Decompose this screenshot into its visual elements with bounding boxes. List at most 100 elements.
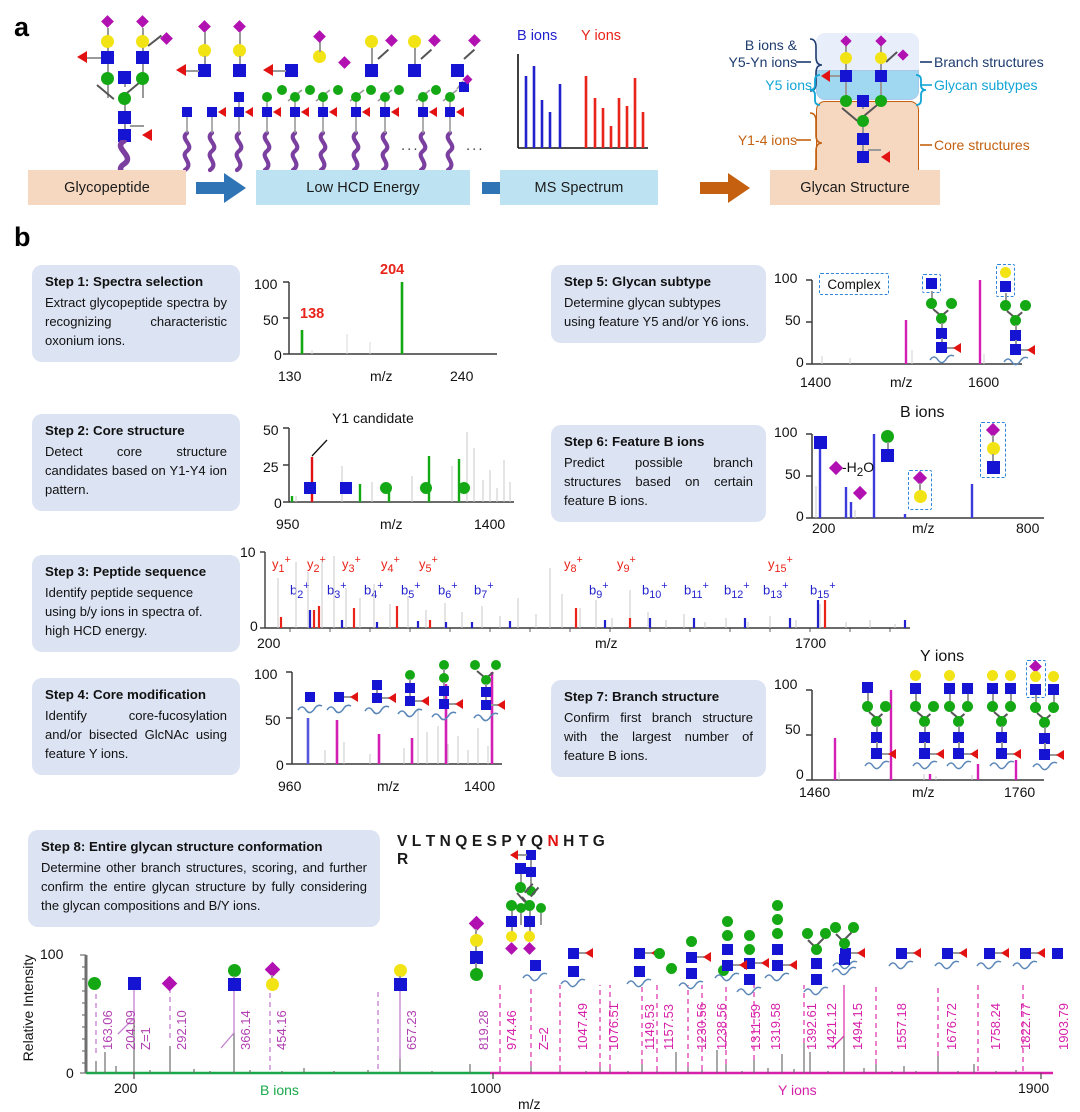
glcnac-square	[101, 51, 114, 64]
neuac-diamond	[313, 30, 326, 43]
main-spectrum-ylabel: Relative Intensity	[20, 954, 36, 1062]
mz-label-1758-24: 1758.24	[988, 1003, 1003, 1050]
mz-label-1149-53: 1149.53	[642, 1003, 657, 1050]
mannose-circle	[118, 92, 131, 105]
mz-label-1311-59: 1311.59	[748, 1003, 763, 1050]
panel-b-letter: b	[14, 222, 31, 252]
step-1-xtick-max: 240	[450, 368, 474, 384]
step-5-xtick-max: 1600	[968, 374, 1000, 390]
step-6-xaxis-label: m/z	[912, 520, 935, 536]
mannose-circle	[277, 85, 287, 95]
seq-char: E	[471, 833, 483, 850]
step-2-card: Step 2: Core structure Detect core struc…	[32, 414, 240, 511]
step-7-body: Confirm first branch structure with the …	[564, 710, 753, 763]
panel-a-letter: a	[14, 12, 30, 42]
step-7-ytick-100: 100	[774, 676, 798, 692]
mz-label-1557-18: 1557.18	[894, 1003, 909, 1050]
mannose-circle	[366, 85, 376, 95]
mannose-circle	[431, 85, 441, 95]
mz-label-819-28: 819.28	[476, 1010, 491, 1050]
main-ytick-0: 0	[66, 1065, 74, 1081]
complex-badge-label: Complex	[827, 276, 881, 292]
step-4-xtick-min: 960	[278, 778, 302, 794]
mannose-circle	[88, 977, 101, 990]
seq-char: Q	[531, 833, 544, 850]
galactose-circle	[101, 35, 114, 48]
mannose-circle	[380, 482, 392, 494]
label-branch-structures: Branch structures	[934, 54, 1044, 70]
step-4-ytick-50: 50	[265, 712, 281, 728]
flowbox-low-hcd-label: Low HCD Energy	[306, 179, 420, 196]
mannose-circle	[380, 92, 390, 102]
mannose-circle	[420, 482, 432, 494]
step-5-xaxis-label: m/z	[890, 374, 913, 390]
galactose-circle	[136, 35, 149, 48]
galactose-circle	[408, 35, 421, 48]
step-6-ytick-0: 0	[796, 508, 804, 524]
mz-label-292-10: 292.10	[174, 1010, 189, 1050]
neuac-diamond	[160, 32, 173, 45]
step-4-xaxis-label: m/z	[377, 778, 400, 794]
glcnac-square	[304, 482, 316, 494]
step-2-xaxis-label: m/z	[380, 516, 403, 532]
glcnac-square	[234, 92, 244, 102]
mz-label-163-06: 163.06	[100, 1010, 115, 1050]
label-core-structures: Core structures	[934, 137, 1030, 153]
flowbox-glycan-structure-label: Glycan Structure	[800, 179, 910, 196]
glycan-neuac-gal	[912, 470, 932, 508]
glcnac-square	[262, 107, 272, 117]
label-b-and-y5yn-1: B ions &	[744, 37, 797, 53]
h2o-loss-label: -H2O	[842, 459, 875, 479]
mz-label-1421-12: 1421.12	[824, 1003, 839, 1050]
step-1-body: Extract glycopeptide spectra by recogniz…	[45, 295, 227, 348]
fucose-triangle	[456, 107, 464, 117]
step-1-card: Step 1: Spectra selection Extract glycop…	[32, 265, 240, 362]
b-ions-title: B ions	[900, 404, 945, 421]
flowbox-low-hcd: Low HCD Energy	[256, 170, 470, 205]
step-1-ytick-0: 0	[274, 347, 282, 363]
b-ions-legend: B ions	[517, 28, 558, 44]
glcnac-square	[290, 107, 300, 117]
mannose-circle	[318, 92, 328, 102]
step-5-body: Determine glycan subtypes using feature …	[564, 295, 750, 329]
mannose-circle	[290, 92, 300, 102]
seq-char: H	[563, 833, 575, 850]
glcnac-square	[207, 107, 217, 117]
seq-char: L	[411, 833, 422, 850]
step-7-xaxis-label: m/z	[912, 784, 935, 800]
fucose-triangle	[391, 107, 399, 117]
flowbox-glycan-structure: Glycan Structure	[770, 170, 940, 205]
step-1-ytick-50: 50	[263, 312, 279, 328]
fucose-triangle	[77, 51, 87, 63]
step-1-chart: 204 138 100 50 0 130 240 m/z	[252, 262, 502, 384]
mz-label-974-46: 974.46	[504, 1010, 519, 1050]
step-3-title: Step 3: Peptide sequence	[45, 564, 207, 579]
mz-label-1238-56: 1238.56	[714, 1003, 729, 1050]
seq-char: G	[592, 833, 605, 850]
step-4-card: Step 4: Core modification Identify core-…	[32, 678, 240, 775]
flowbox-ms-spectrum-label: MS Spectrum	[534, 179, 624, 196]
step-3-card: Step 3: Peptide sequence Identify peptid…	[32, 555, 240, 652]
step-7-xtick-max: 1760	[1004, 784, 1036, 800]
neuac-diamond	[136, 15, 149, 28]
step-7-xtick-min: 1460	[799, 784, 831, 800]
step-4-title: Step 4: Core modification	[45, 687, 207, 702]
main-xtick-200: 200	[114, 1080, 138, 1096]
step-5-chart: 100 50 0 1400 1600 m/z Complex	[772, 262, 1072, 390]
glycan-y5-fuc	[470, 660, 516, 722]
step-7-card: Step 7: Branch structure Confirm first b…	[551, 680, 766, 777]
y-ions-title: Y ions	[920, 648, 965, 665]
mannose-circle	[445, 92, 455, 102]
glycan-branch-5	[1018, 660, 1078, 776]
glycan-y4-fuc	[431, 660, 470, 721]
fucose-triangle	[218, 107, 226, 117]
step-7-ytick-50: 50	[785, 721, 801, 737]
complex-badge: Complex	[819, 273, 889, 295]
mannose-circle	[305, 85, 315, 95]
step-4-xtick-max: 1400	[464, 778, 496, 794]
mz-label-1676-72: 1676.72	[944, 1003, 959, 1050]
glycan-structure-annotated: B ions & Y5-Yn ions Y5 ions Y1-4 ions Br…	[700, 15, 1080, 190]
fucose-triangle	[301, 107, 309, 117]
ellipsis: ...	[466, 137, 485, 154]
neuac-diamond	[101, 15, 114, 28]
